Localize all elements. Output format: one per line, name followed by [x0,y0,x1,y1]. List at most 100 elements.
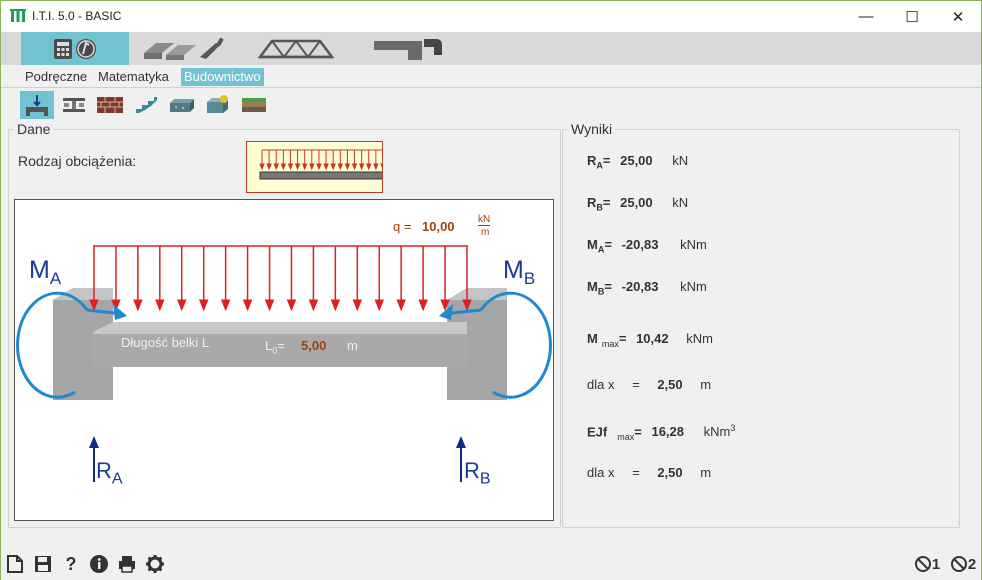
tool-ibeam[interactable] [57,91,91,119]
load-arrowhead [286,299,297,312]
concrete-block-icon [170,99,194,112]
mini-load-arrowhead [380,163,382,168]
reaction-a-label: RA [96,458,123,488]
mini-load-arrowhead [287,163,294,171]
brick-wall-icon [97,97,123,113]
load-arrowhead [330,299,341,312]
help-button[interactable]: ? [60,553,82,575]
load-arrowhead [177,299,187,312]
minimize-button[interactable]: — [843,1,889,32]
calculator-tab-icon [54,38,96,59]
pipe-tab-icon [374,38,442,60]
beam-diagram: q = 10,00 kN m MA MB Długość belki L L0=… [14,199,554,521]
load-arrowhead [396,299,406,312]
load-type-label: Rodzaj obciążenia: [18,153,137,169]
tab-truss[interactable] [251,32,341,65]
status-bar: ? 1 2 [1,549,981,580]
load-arrowhead [374,299,384,312]
result-rb: RB= 25,00 kN [587,195,689,213]
q-unit-numerator: kN [478,214,491,226]
tool-beam-load[interactable] [20,91,54,119]
mini-load-arrowhead [266,163,272,171]
tool-soil-layers[interactable] [237,91,271,119]
load-arrowhead [308,299,319,312]
beam-length-label: Długość belki L [121,335,210,350]
load-arrowhead [264,299,275,312]
view-1-button[interactable]: 1 [911,553,943,575]
settings-button[interactable] [144,553,166,575]
result-ejf: EJf max= 16,28 kNm3 [587,423,736,442]
beam-load-icon [26,95,48,116]
result-ejf-x: dla x = 2,50 m [587,465,712,480]
tool-insulation[interactable] [201,91,235,119]
result-ma: MA= -20,83 kNm [587,237,707,255]
save-button[interactable] [32,553,54,575]
close-icon: ✕ [951,8,965,26]
mini-load-arrowhead [309,163,315,171]
results-panel-legend: Wyniki [571,121,613,137]
stairs-icon [136,97,157,113]
mini-load-arrowhead [316,163,322,171]
print-button[interactable] [116,553,138,575]
menu-matematyka[interactable]: Matematyka [95,68,172,86]
q-label: q = [393,219,412,234]
reaction-b-label: RB [464,458,491,488]
result-mmax: Mmax= 10,42 kNm [587,331,713,349]
zoom-icon [950,556,967,572]
q-value[interactable]: 10,00 [422,219,455,234]
ibeam-section-icon [63,98,85,112]
soil-layers-icon [242,98,266,112]
menu-podreczne[interactable]: Podręczne [22,68,90,86]
load-arrowhead [155,299,165,312]
tab-calculations[interactable] [21,32,129,65]
load-arrowhead [133,299,143,312]
print-icon [119,556,135,573]
tool-stairs[interactable] [129,91,163,119]
mini-load-arrowhead [330,163,336,171]
new-document-button[interactable] [4,553,26,575]
menu-bar: Podręczne Matematyka Budownictwo [1,65,981,88]
zoom-icon [914,556,931,572]
input-panel-legend: Dane [17,121,51,137]
window-title: I.T.I. 5.0 - BASIC [32,9,122,23]
l0-unit: m [347,338,358,353]
truss-tab-icon [257,38,335,59]
info-button[interactable] [88,553,110,575]
mini-load-arrowhead [323,163,329,171]
new-document-icon [7,555,23,573]
category-toolbar [1,32,981,65]
load-arrowhead [242,299,253,312]
mini-load-arrowhead [358,163,365,171]
load-arrowhead [418,299,428,312]
maximize-button[interactable]: ☐ [889,1,935,32]
l0-value[interactable]: 5,00 [301,338,326,353]
tool-concrete-block[interactable] [165,91,199,119]
tool-brick-wall[interactable] [93,91,127,119]
help-icon: ? [65,553,77,574]
settings-icon [146,555,164,573]
mini-load-arrowhead [366,163,372,171]
tab-masonry[interactable] [136,32,236,65]
menu-budownictwo[interactable]: Budownictwo [181,68,264,86]
title-bar: I.T.I. 5.0 - BASIC — ☐ ✕ [1,1,981,32]
mini-load-arrowhead [294,163,301,171]
view-2-label: 2 [967,555,977,573]
mini-load-arrowhead [337,163,344,171]
load-arrowhead [220,299,231,312]
tab-pipes[interactable] [363,32,453,65]
view-2-button[interactable]: 2 [947,553,979,575]
mini-load-arrowhead [344,163,351,171]
result-ra: RA= 25,00 kN [587,153,689,171]
close-button[interactable]: ✕ [935,1,981,32]
mini-load-arrowhead [351,163,358,171]
mini-load-arrowhead [280,163,287,171]
load-arrowhead [352,299,363,312]
tools-toolbar [1,89,981,121]
mini-load-arrowhead [301,163,308,171]
load-type-selector[interactable] [246,141,383,193]
app-logo-icon [10,9,26,22]
info-icon [90,555,108,573]
result-mb: MB= -20,83 kNm [587,279,707,297]
mini-load-arrowhead [259,163,265,171]
q-unit-denominator: m [481,227,490,238]
